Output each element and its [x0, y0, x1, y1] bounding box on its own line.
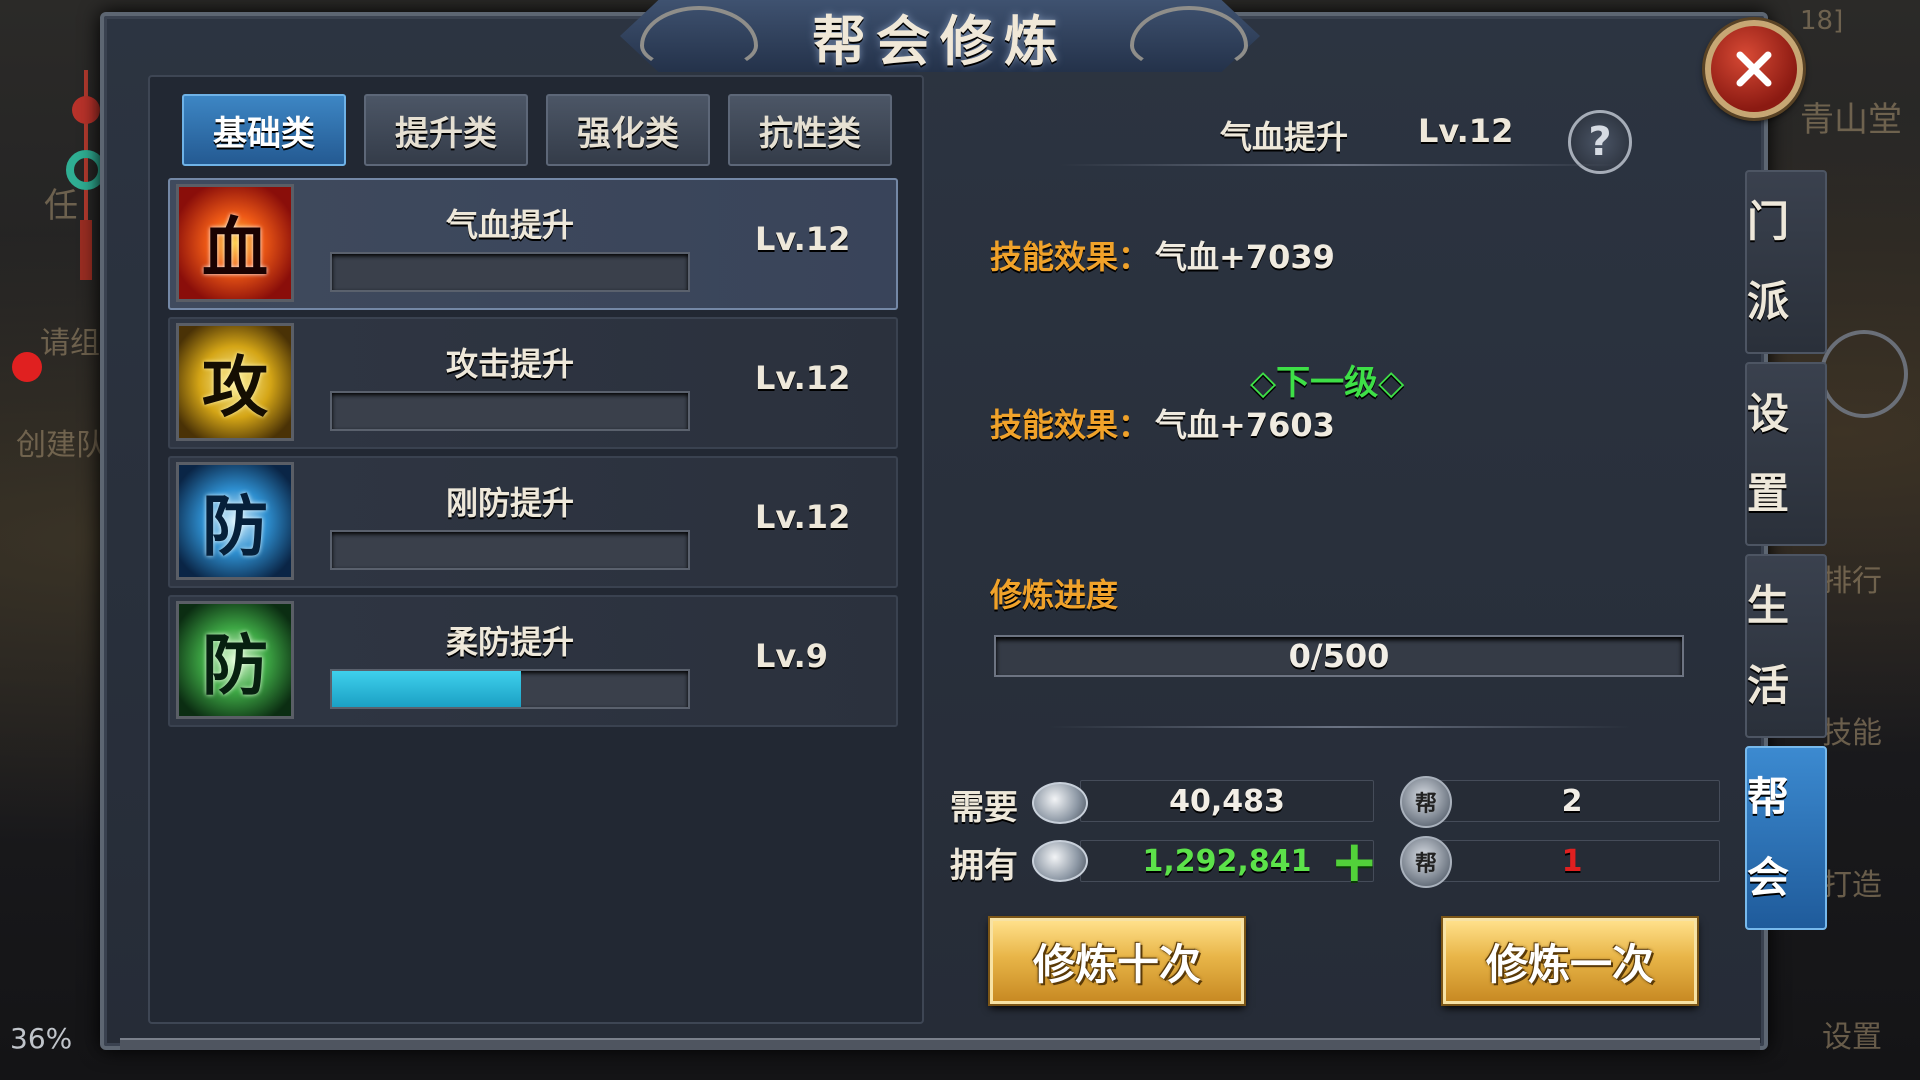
tab-basic[interactable]: 基础类: [182, 94, 346, 166]
current-effect-value: 气血+7039: [1155, 238, 1335, 276]
skill-level: Lv.12: [755, 359, 851, 397]
skill-name: 攻击提升: [445, 345, 574, 383]
skill-row-hard-defense[interactable]: 防 刚防提升 Lv.12: [168, 456, 898, 588]
skill-row-soft-defense[interactable]: 防 柔防提升 Lv.9: [168, 595, 898, 727]
need-label: 需要: [950, 788, 1018, 828]
skill-level: Lv.9: [755, 637, 829, 675]
side-tab-guild[interactable]: 帮会: [1745, 746, 1827, 930]
question-icon: ?: [1588, 119, 1612, 165]
need-silver-value: 40,483: [1080, 780, 1374, 822]
bg-text-right-5: 设置: [1822, 1020, 1882, 1055]
skill-name: 柔防提升: [445, 623, 574, 661]
tab-resistance[interactable]: 抗性类: [728, 94, 892, 166]
training-progress-bar: 0/500: [994, 635, 1684, 677]
skill-name: 气血提升: [445, 206, 574, 244]
defense-icon: 防: [176, 462, 294, 580]
skill-progress-bar: [330, 669, 690, 709]
guild-token-icon: 帮: [1400, 836, 1452, 888]
train-ten-button[interactable]: 修炼十次: [990, 918, 1244, 1004]
train-once-button[interactable]: 修炼一次: [1443, 918, 1697, 1004]
next-effect-label: 技能效果：: [990, 406, 1151, 444]
close-button[interactable]: [1705, 20, 1803, 118]
have-token-value: 1: [1424, 840, 1720, 882]
tab-upgrade[interactable]: 提升类: [364, 94, 528, 166]
skill-row-hp[interactable]: 血 气血提升 Lv.12: [168, 178, 898, 310]
notification-dot: [12, 352, 42, 382]
current-effect-label: 技能效果：: [990, 238, 1151, 276]
side-nav: 门派 设置 生活 帮会: [1745, 170, 1827, 938]
side-tab-settings[interactable]: 设置: [1745, 362, 1827, 546]
soft-defense-icon: 防: [176, 601, 294, 719]
blood-icon: 血: [176, 184, 294, 302]
skill-list: 血 气血提升 Lv.12 攻 攻击提升 Lv.12 防 刚防提升 Lv.12 防…: [168, 178, 898, 734]
have-label: 拥有: [950, 846, 1018, 886]
side-tab-life[interactable]: 生活: [1745, 554, 1827, 738]
need-token-value: 2: [1424, 780, 1720, 822]
silver-coin-icon: [1032, 840, 1088, 882]
skill-name: 刚防提升: [445, 484, 574, 522]
training-progress-text: 0/500: [1288, 637, 1390, 675]
skill-level: Lv.12: [755, 498, 851, 536]
bg-text-right-3: 技能: [1822, 716, 1882, 751]
tab-enhance[interactable]: 强化类: [546, 94, 710, 166]
bg-text-right-4: 打造: [1822, 868, 1882, 903]
bg-text-right-1: 青山堂: [1800, 100, 1902, 140]
detail-skill-level: Lv.12: [1418, 112, 1514, 150]
skill-progress-bar: [330, 530, 690, 570]
skill-row-attack[interactable]: 攻 攻击提升 Lv.12: [168, 317, 898, 449]
next-level-label: ◇下一级◇: [1250, 363, 1405, 403]
bg-close-icon: [1820, 330, 1908, 418]
skill-progress-bar: [330, 252, 690, 292]
training-progress-label: 修炼进度: [990, 576, 1119, 614]
window-bottom-edge: [120, 1038, 1760, 1050]
silver-coin-icon: [1032, 782, 1088, 824]
next-effect-value: 气血+7603: [1155, 406, 1335, 444]
side-tab-sect[interactable]: 门派: [1745, 170, 1827, 354]
bg-text-top-right: 18]: [1800, 6, 1844, 36]
bg-text-right-2: 排行: [1822, 564, 1882, 599]
close-icon: [1736, 51, 1772, 87]
skill-progress-bar: [330, 391, 690, 431]
window-title: 帮会修炼: [812, 9, 1068, 73]
bg-text-left-3: 创建队: [16, 428, 106, 463]
category-tabs: 基础类 提升类 强化类 抗性类: [182, 94, 892, 166]
add-silver-button[interactable]: +: [1330, 832, 1379, 890]
skill-progress-fill: [332, 671, 521, 707]
guild-token-icon: 帮: [1400, 776, 1452, 828]
attack-icon: 攻: [176, 323, 294, 441]
skill-level: Lv.12: [755, 220, 851, 258]
divider: [1060, 164, 1620, 166]
detail-skill-name: 气血提升: [1220, 118, 1349, 156]
battery-percent: 36%: [10, 1022, 73, 1055]
divider: [1050, 726, 1630, 728]
bg-text-left-2: 请组: [40, 326, 100, 361]
